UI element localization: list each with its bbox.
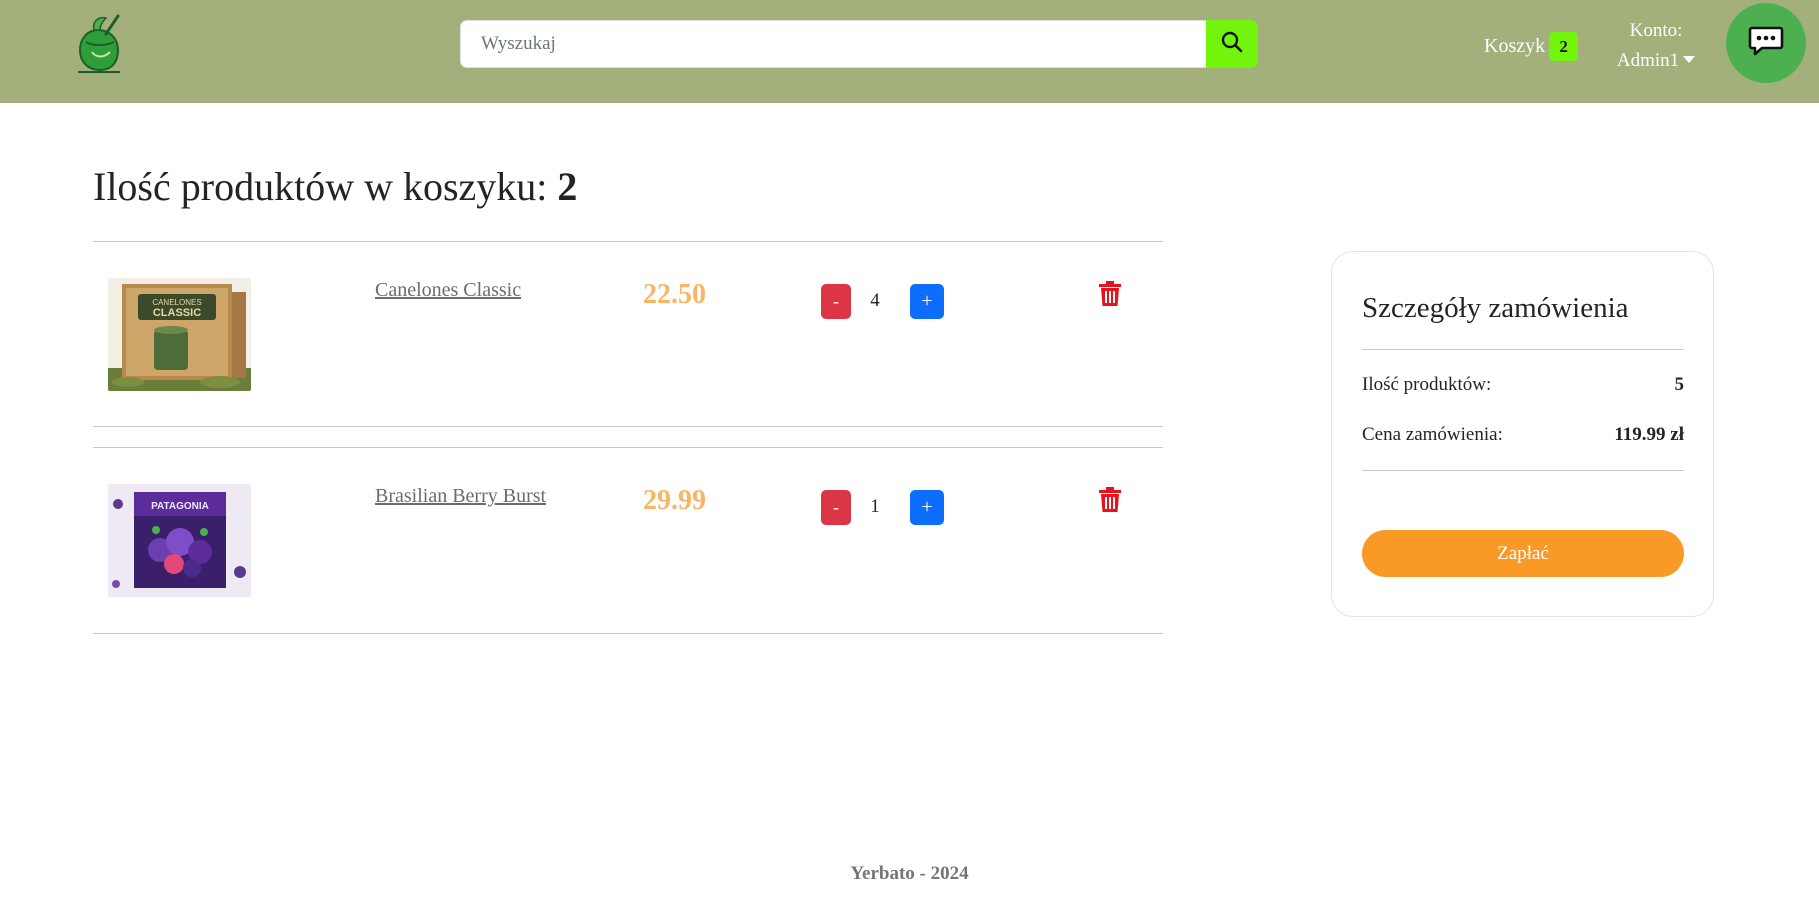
decrease-quantity-button[interactable]: - [821,490,851,525]
increase-quantity-button[interactable]: + [910,490,944,525]
account-username: Admin1 [1616,50,1680,71]
pay-button[interactable]: Zapłać [1362,530,1684,577]
divider [93,426,1163,427]
product-price: 29.99 [643,485,706,516]
svg-text:CANELONES: CANELONES [152,298,201,307]
account-user-row: Admin1 [1600,46,1712,76]
order-price-label: Cena zamówienia: [1362,424,1503,445]
product-image[interactable]: CANELONES CLASSIC [108,278,251,391]
cart-item-count: 2 [557,164,578,209]
summary-row-price: Cena zamówienia: 119.99 zł [1362,424,1684,446]
increase-quantity-button[interactable]: + [910,284,944,319]
search-icon [1221,31,1243,58]
yerba-mate-logo[interactable] [72,12,126,76]
product-image[interactable]: PATAGONIA [108,484,251,597]
chevron-down-icon [1683,56,1696,63]
account-label: Konto: [1629,20,1683,41]
summary-row-products: Ilość produktów: 5 [1362,374,1684,396]
order-price-value: 119.99 zł [1614,424,1684,445]
delete-item-button[interactable] [1098,281,1122,307]
product-price: 22.50 [643,279,706,310]
cart-label: Koszyk [1484,34,1546,57]
summary-title: Szczegóły zamówienia [1362,292,1629,324]
product-name-link[interactable]: Canelones Classic [375,279,521,302]
search-bar [460,20,1258,68]
trash-icon [1098,281,1122,311]
search-input[interactable] [460,20,1206,68]
decrease-quantity-button[interactable]: - [821,284,851,319]
divider [1362,349,1684,350]
chat-button[interactable] [1726,3,1806,83]
trash-icon [1098,487,1122,517]
svg-text:PATAGONIA: PATAGONIA [151,501,209,512]
navbar: Koszyk 2 Konto: Admin1 [0,0,1819,103]
cart-count-badge: 2 [1549,31,1579,61]
cart-item: CANELONES CLASSIC Canelones Classic 22.5… [93,241,1163,401]
footer-text: Yerbato - 2024 [850,863,969,884]
quantity-value: 4 [870,290,880,311]
account-dropdown[interactable]: Konto: Admin1 [1600,16,1712,76]
quantity-value: 1 [870,496,880,517]
page-title-text: Ilość produktów w koszyku: [93,164,548,209]
cart-link[interactable]: Koszyk 2 [1484,30,1579,62]
products-count-value: 5 [1674,374,1685,395]
cart-item: PATAGONIA Brasilian Berry Burst 29.99 - … [93,447,1163,607]
chat-bubble-icon [1748,25,1784,62]
divider [1362,470,1684,471]
products-count-label: Ilość produktów: [1362,374,1492,395]
delete-item-button[interactable] [1098,487,1122,513]
product-name-link[interactable]: Brasilian Berry Burst [375,485,546,508]
order-summary-card: Szczegóły zamówienia Ilość produktów: 5 … [1331,251,1714,617]
search-button[interactable] [1206,20,1258,68]
page-title: Ilość produktów w koszyku: 2 [93,163,577,210]
svg-text:CLASSIC: CLASSIC [153,307,201,319]
divider [93,633,1163,634]
